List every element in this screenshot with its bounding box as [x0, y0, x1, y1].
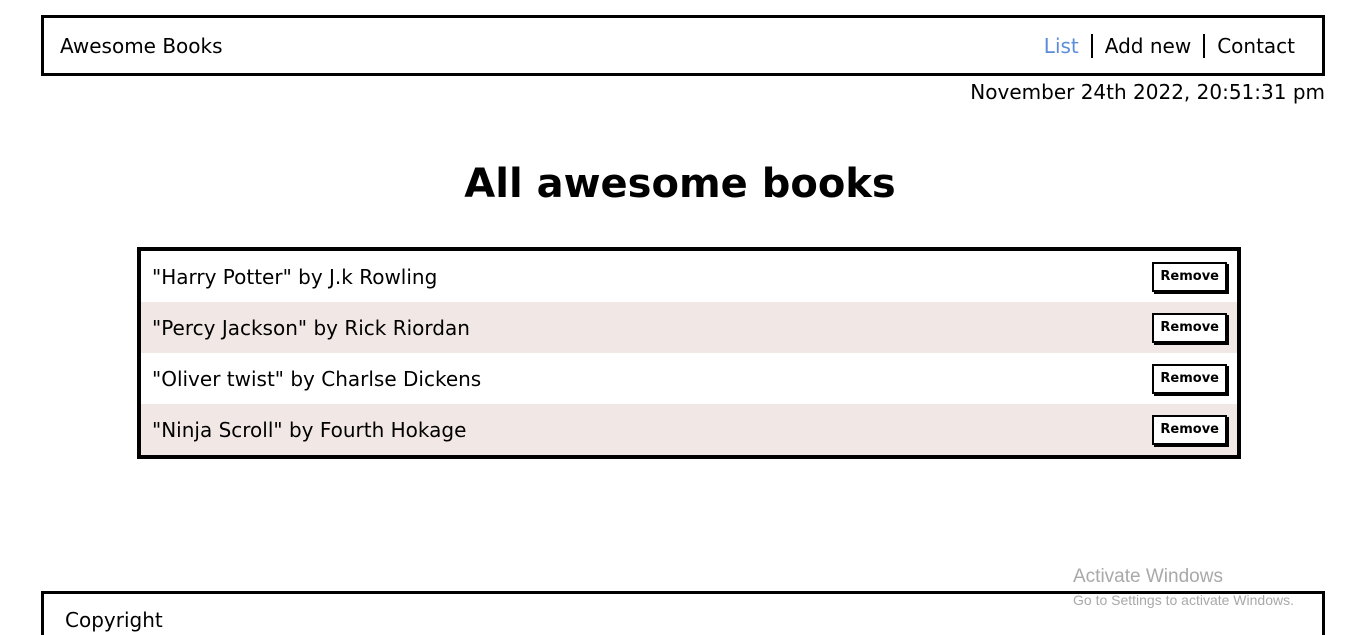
remove-book-button[interactable]: Remove [1152, 414, 1227, 445]
nav-link-list[interactable]: List [1032, 34, 1091, 58]
book-row: "Percy Jackson" by Rick Riordan Remove [141, 302, 1237, 353]
book-title-author: "Harry Potter" by J.k Rowling [152, 264, 438, 289]
nav-link-add-new[interactable]: Add new [1093, 34, 1203, 58]
windows-activation-watermark: Activate Windows Go to Settings to activ… [1073, 566, 1294, 612]
book-title-author: "Oliver twist" by Charlse Dickens [152, 366, 482, 391]
remove-book-button[interactable]: Remove [1152, 312, 1227, 343]
page-title: All awesome books [464, 161, 896, 207]
nav-links: List Add new Contact [1032, 33, 1307, 58]
book-row: "Oliver twist" by Charlse Dickens Remove [141, 353, 1237, 404]
current-datetime: November 24th 2022, 20:51:31 pm [970, 80, 1325, 104]
copyright-text: Copyright [65, 608, 163, 632]
nav-link-contact[interactable]: Contact [1205, 34, 1307, 58]
remove-book-button[interactable]: Remove [1152, 261, 1227, 292]
watermark-title: Activate Windows [1073, 566, 1223, 587]
book-title-author: "Percy Jackson" by Rick Riordan [152, 315, 470, 340]
navbar: Awesome Books List Add new Contact [41, 15, 1325, 76]
book-list: "Harry Potter" by J.k Rowling Remove "Pe… [137, 247, 1241, 459]
book-title-author: "Ninja Scroll" by Fourth Hokage [152, 417, 467, 442]
watermark-subtitle: Go to Settings to activate Windows. [1073, 592, 1294, 608]
brand-logo-text[interactable]: Awesome Books [60, 34, 223, 58]
book-row: "Harry Potter" by J.k Rowling Remove [141, 251, 1237, 302]
page: Awesome Books List Add new Contact Novem… [0, 0, 1360, 635]
remove-book-button[interactable]: Remove [1152, 363, 1227, 394]
book-row: "Ninja Scroll" by Fourth Hokage Remove [141, 404, 1237, 455]
